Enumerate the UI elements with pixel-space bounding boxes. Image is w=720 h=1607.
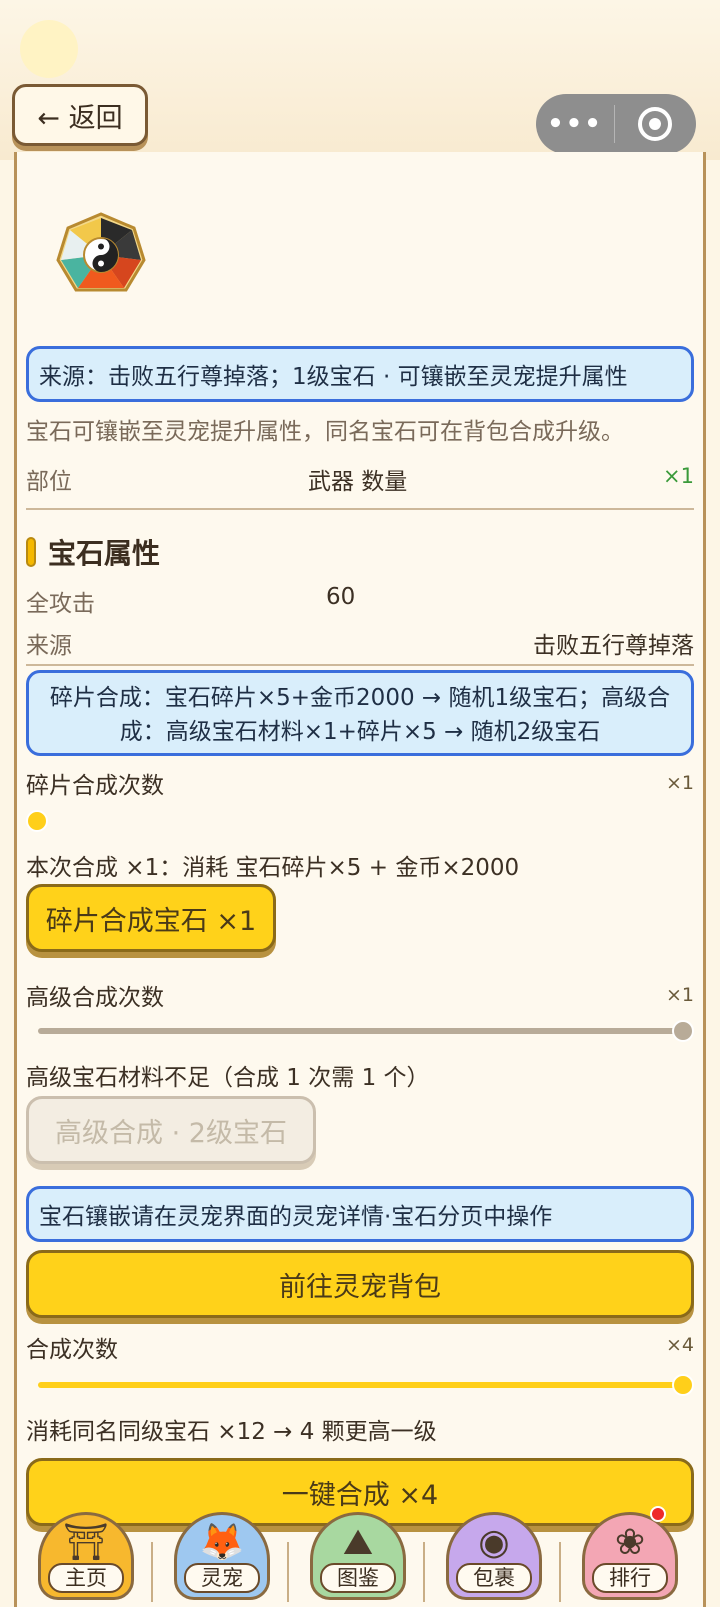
pagoda-icon: ⛩ bbox=[63, 1522, 109, 1563]
back-button[interactable]: ← 返回 bbox=[12, 84, 148, 146]
attributes-title: 宝石属性 bbox=[48, 537, 161, 570]
section-title-attributes: 宝石属性 bbox=[26, 532, 160, 572]
attr-value-attack: 60 bbox=[326, 584, 356, 610]
mountain-icon: ⛰ bbox=[342, 1522, 374, 1563]
tab-divider bbox=[151, 1542, 153, 1602]
divider bbox=[26, 508, 694, 510]
tab-bag[interactable]: ◉ 包裹 bbox=[446, 1512, 542, 1600]
item-description: 宝石可镶嵌至灵宠提升属性，同名宝石可在背包合成升级。 bbox=[26, 419, 624, 445]
inlay-hint-text: 宝石镶嵌请在灵宠界面的灵宠详情·宝石分页中操作 bbox=[39, 1204, 553, 1230]
tab-divider bbox=[559, 1542, 561, 1602]
advanced-slider-knob[interactable] bbox=[672, 1020, 694, 1042]
slot-label: 部位 bbox=[26, 469, 72, 495]
bagua-gem-icon bbox=[56, 212, 146, 292]
advanced-synthesize-label: 高级合成 · 2级宝石 bbox=[55, 1117, 287, 1149]
fragment-synthesize-button[interactable]: 碎片合成宝石 ×1 bbox=[26, 884, 276, 952]
recipe-info-box: 碎片合成：宝石碎片×5+金币2000 → 随机1级宝石；高级合成：高级宝石材料×… bbox=[26, 670, 694, 756]
close-miniprogram-button[interactable] bbox=[615, 107, 695, 141]
advanced-warning-text: 高级宝石材料不足（合成 1 次需 1 个） bbox=[26, 1065, 430, 1091]
bag-icon: ◉ bbox=[478, 1522, 510, 1563]
merge-all-label: 一键合成 ×4 bbox=[281, 1479, 439, 1511]
slot-value: 武器 数量 bbox=[308, 469, 408, 495]
fox-pet-icon: 🦊 bbox=[199, 1522, 245, 1563]
goto-pet-bag-label: 前往灵宠背包 bbox=[279, 1271, 441, 1303]
tab-rank[interactable]: ❀ 排行 bbox=[582, 1512, 678, 1600]
fragment-count-label: 碎片合成次数 bbox=[26, 773, 164, 799]
source-info-text: 来源：击败五行尊掉落；1级宝石 · 可镶嵌至灵宠提升属性 bbox=[39, 364, 628, 390]
flower-rank-icon: ❀ bbox=[614, 1522, 646, 1563]
tab-pet[interactable]: 🦊 灵宠 bbox=[174, 1512, 270, 1600]
tab-pet-label: 灵宠 bbox=[184, 1563, 260, 1593]
advanced-synthesize-button[interactable]: 高级合成 · 2级宝石 bbox=[26, 1096, 316, 1164]
merge-slider-knob[interactable] bbox=[672, 1374, 694, 1396]
tab-home-label: 主页 bbox=[48, 1563, 124, 1593]
tab-bag-label: 包裹 bbox=[456, 1563, 532, 1593]
tab-home[interactable]: ⛩ 主页 bbox=[38, 1512, 134, 1600]
section-bar-icon bbox=[26, 537, 36, 567]
sun-decoration bbox=[20, 20, 78, 78]
mini-program-capsule: ••• bbox=[536, 94, 696, 154]
bottom-tab-bar: ⛩ 主页 🦊 灵宠 ⛰ 图鉴 ◉ 包裹 ❀ 排行 bbox=[0, 1506, 720, 1607]
fragment-synthesize-label: 碎片合成宝石 ×1 bbox=[45, 905, 257, 937]
merge-count-value: ×4 bbox=[665, 1334, 694, 1356]
source-info-box: 来源：击败五行尊掉落；1级宝石 · 可镶嵌至灵宠提升属性 bbox=[26, 346, 694, 402]
fragment-count-value: ×1 bbox=[665, 772, 694, 794]
merge-count-slider[interactable] bbox=[38, 1382, 684, 1388]
merge-count-label: 合成次数 bbox=[26, 1337, 118, 1363]
inlay-hint-box: 宝石镶嵌请在灵宠界面的灵宠详情·宝石分页中操作 bbox=[26, 1186, 694, 1242]
back-label: ← 返回 bbox=[37, 102, 123, 134]
notification-badge bbox=[650, 1506, 666, 1522]
tab-divider bbox=[287, 1542, 289, 1602]
fragment-cost-text: 本次合成 ×1：消耗 宝石碎片×5 + 金币×2000 bbox=[26, 855, 520, 881]
quantity-value: ×1 bbox=[663, 464, 694, 488]
fragment-count-slider-knob[interactable] bbox=[26, 810, 48, 832]
attr-label-attack: 全攻击 bbox=[26, 591, 95, 617]
tab-codex-label: 图鉴 bbox=[320, 1563, 396, 1593]
advanced-count-label: 高级合成次数 bbox=[26, 985, 164, 1011]
tab-divider bbox=[423, 1542, 425, 1602]
advanced-count-value: ×1 bbox=[665, 984, 694, 1006]
tab-rank-label: 排行 bbox=[592, 1563, 668, 1593]
target-circle-icon bbox=[638, 107, 672, 141]
merge-cost-text: 消耗同名同级宝石 ×12 → 4 颗更高一级 bbox=[26, 1419, 437, 1445]
recipe-info-text: 碎片合成：宝石碎片×5+金币2000 → 随机1级宝石；高级合成：高级宝石材料×… bbox=[49, 685, 671, 745]
advanced-count-slider[interactable] bbox=[38, 1028, 684, 1034]
more-options-icon[interactable]: ••• bbox=[536, 109, 614, 139]
attr-label-source: 来源 bbox=[26, 633, 72, 659]
goto-pet-bag-button[interactable]: 前往灵宠背包 bbox=[26, 1250, 694, 1318]
tab-codex[interactable]: ⛰ 图鉴 bbox=[310, 1512, 406, 1600]
attr-value-source: 击败五行尊掉落 bbox=[533, 633, 694, 659]
divider bbox=[26, 664, 694, 666]
